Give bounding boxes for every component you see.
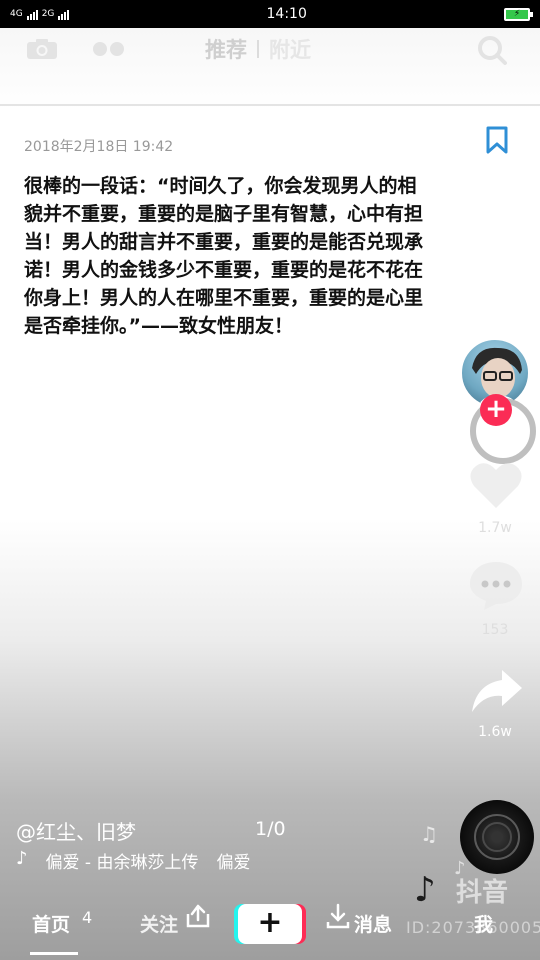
author-handle[interactable]: @红尘、旧梦 [16,816,136,845]
nav-home[interactable]: 首页 [32,910,70,937]
page-counter: 1/0 [255,818,286,840]
network-type-1: 4G [10,9,23,19]
music-note-icon: ♪ [16,848,28,869]
signal-indicators: 4G 2G [10,8,70,20]
share-out-icon[interactable] [184,902,212,930]
music-disc-button[interactable] [460,800,534,874]
floating-music-note-icon: ♫ [420,822,438,846]
status-bar: 4G 2G 14:10 ⚡ [0,0,540,28]
top-nav: 推荐 附近 [0,28,540,72]
post-text: 很棒的一段话：“时间久了，你会发现男人的相 貌并不重要，重要的是脑子里有智慧，心… [24,175,424,337]
clock: 14:10 [266,6,307,22]
post-date: 2018年2月18日 19:42 [24,139,174,155]
nav-following[interactable]: 关注 [140,910,178,937]
search-icon[interactable] [476,34,508,66]
home-badge: 4 [82,908,93,927]
follow-button[interactable]: + [480,394,512,426]
music-title: 偏爱 - 由余琳莎上传 [45,853,199,873]
bottom-nav: 首页 4 关注 + 消息 我 [0,896,540,960]
signal-bars-icon [26,8,38,20]
live-dots-icon[interactable] [92,41,126,57]
music-title-scroll: 偏爱 [216,853,251,873]
tab-nearby[interactable]: 附近 [269,34,311,64]
nav-messages[interactable]: 消息 [354,910,392,937]
share-arrow-icon[interactable] [470,668,524,714]
vinyl-record-icon [474,814,520,860]
nav-me[interactable]: 我 [474,910,493,937]
comment-count: 153 [481,622,509,638]
header-divider [0,104,540,106]
create-video-button[interactable]: + [238,904,302,944]
feed-tabs: 推荐 附近 [205,34,311,64]
comment-icon[interactable] [468,560,524,612]
like-count: 1.7w [478,520,512,536]
share-count: 1.6w [478,724,512,740]
download-icon[interactable] [324,902,352,930]
signal-bars-icon [58,8,70,20]
tab-divider [257,40,259,58]
bookmark-icon[interactable] [486,126,508,154]
heart-icon[interactable] [468,460,524,510]
tab-recommended[interactable]: 推荐 [205,34,247,64]
camera-icon[interactable] [26,38,58,60]
active-tab-indicator [30,952,78,955]
music-info[interactable]: ♪ 偏爱 - 由余琳莎上传 偏爱 [16,848,250,873]
network-type-2: 2G [41,9,55,19]
battery-charging-icon: ⚡ [503,7,533,21]
